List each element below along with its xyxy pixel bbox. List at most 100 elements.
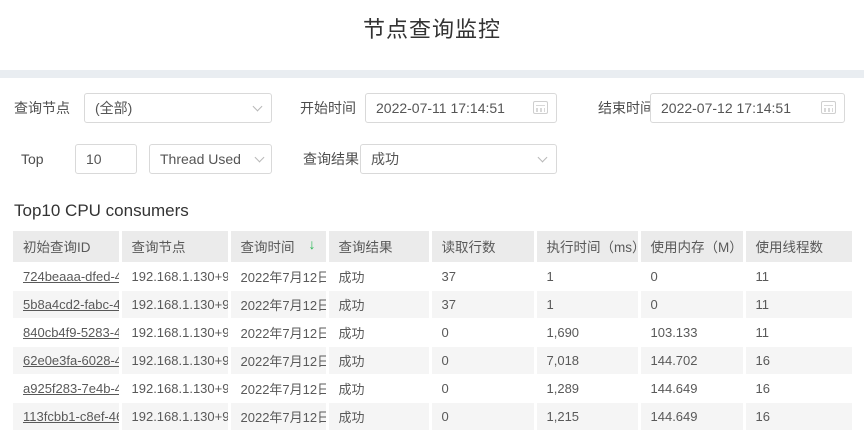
table-cell: 成功 <box>327 345 432 374</box>
query-result-select-value: 成功 <box>360 144 557 174</box>
table-cell: 144.649 <box>639 373 746 402</box>
table-cell: 192.168.1.130+96 <box>120 401 231 430</box>
calendar-icon[interactable] <box>821 101 836 114</box>
sort-down-icon[interactable]: ↓ <box>309 236 316 252</box>
table-row: 840cb4f9-5283-4 192.168.1.130+96 2022年7月12… <box>13 317 852 346</box>
table-row: 5b8a4cd2-fabc-4 192.168.1.130+96 2022年7月12… <box>13 289 852 318</box>
section-divider <box>0 70 864 78</box>
column-header-label: 初始查询ID <box>23 240 91 256</box>
end-time-label: 结束时间 <box>598 100 654 116</box>
end-time-field <box>650 93 845 123</box>
table-cell: 成功 <box>327 373 432 402</box>
table-row: 62e0e3fa-6028-4e 192.168.1.130+96 2022年7月1… <box>13 345 852 374</box>
table-row: 724beaaa-dfed-4 192.168.1.130+96 2022年7月12… <box>13 261 852 290</box>
query-id-link[interactable]: 724beaaa-dfed-4 <box>23 269 117 284</box>
table-cell: 1 <box>535 261 641 290</box>
table-cell: 192.168.1.130+96 <box>120 345 231 374</box>
table-cell: 0 <box>430 345 537 374</box>
column-header[interactable]: ↓ 查询时间 <box>229 231 329 262</box>
start-time-label: 开始时间 <box>300 100 356 116</box>
query-result-select[interactable]: 成功 <box>360 144 557 174</box>
query-result-label: 查询结果 <box>303 151 359 167</box>
table-cell: a925f283-7e4b-4 <box>13 373 122 402</box>
table-cell: 840cb4f9-5283-4 <box>13 317 122 346</box>
table-cell: 0 <box>639 289 746 318</box>
section-title: Top10 CPU consumers <box>14 201 189 220</box>
column-header[interactable]: 读取行数 <box>430 231 537 262</box>
column-header-label: 使用内存（M） <box>650 240 743 256</box>
column-header-label: 查询节点 <box>131 240 186 256</box>
table-cell: 成功 <box>327 401 432 430</box>
table-cell: 16 <box>744 345 852 374</box>
table-cell: 1,289 <box>535 373 641 402</box>
table-cell: 2022年7月12日 1 <box>229 401 329 430</box>
table-cell: 11 <box>744 317 852 346</box>
column-header[interactable]: 使用内存（M） <box>639 231 746 262</box>
end-time-input[interactable] <box>650 93 845 123</box>
column-header-label: 使用线程数 <box>755 240 824 256</box>
table-row: a925f283-7e4b-4 192.168.1.130+96 2022年7月12… <box>13 373 852 402</box>
column-header[interactable]: 执行时间（ms） <box>535 231 641 262</box>
table-cell: 144.702 <box>639 345 746 374</box>
query-id-link[interactable]: 5b8a4cd2-fabc-4 <box>23 297 117 312</box>
calendar-icon[interactable] <box>533 101 548 114</box>
table-cell: 192.168.1.130+96 <box>120 317 231 346</box>
filter-row-1: 查询节点 (全部) 开始时间 结束时间 <box>0 93 864 123</box>
table-cell: 724beaaa-dfed-4 <box>13 261 122 290</box>
table-cell: 2022年7月12日 1 <box>229 373 329 402</box>
table-cell: 2022年7月12日 1 <box>229 317 329 346</box>
query-id-link[interactable]: 113fcbb1-c8ef-46 <box>23 409 117 424</box>
column-header-label: 查询时间 <box>240 240 295 256</box>
query-node-select-value: (全部) <box>84 93 272 123</box>
table-cell: 2022年7月12日 1 <box>229 289 329 318</box>
query-id-link[interactable]: 840cb4f9-5283-4 <box>23 325 117 340</box>
column-header-label: 执行时间（ms） <box>546 240 639 256</box>
table-cell: 11 <box>744 289 852 318</box>
table-cell: 37 <box>430 289 537 318</box>
top10-cpu-table: 初始查询ID 查询节点 ↓ 查询时间 查询结果 读取行数 执行时间（ms） 使用内存（M） 使用… <box>13 231 852 430</box>
table-cell: 16 <box>744 373 852 402</box>
table-cell: 成功 <box>327 289 432 318</box>
table-cell: 0 <box>430 373 537 402</box>
column-header-label: 读取行数 <box>441 240 496 256</box>
column-header[interactable]: 查询结果 <box>327 231 432 262</box>
table-cell: 1,690 <box>535 317 641 346</box>
start-time-input[interactable] <box>365 93 557 123</box>
query-id-link[interactable]: a925f283-7e4b-4 <box>23 381 117 396</box>
table-cell: 62e0e3fa-6028-4e <box>13 345 122 374</box>
table-cell: 成功 <box>327 261 432 290</box>
table-cell: 2022年7月12日 1 <box>229 261 329 290</box>
metric-select[interactable]: Thread Used <box>149 144 272 174</box>
table-cell: 144.649 <box>639 401 746 430</box>
table-cell: 192.168.1.130+96 <box>120 261 231 290</box>
table-cell: 0 <box>639 261 746 290</box>
column-header[interactable]: 初始查询ID <box>13 231 122 262</box>
table-row: 113fcbb1-c8ef-46 192.168.1.130+96 2022年7月1… <box>13 401 852 430</box>
page-title: 节点查询监控 <box>362 17 501 42</box>
table-cell: 11 <box>744 261 852 290</box>
table-cell: 192.168.1.130+96 <box>120 289 231 318</box>
table-cell: 7,018 <box>535 345 641 374</box>
table-cell: 16 <box>744 401 852 430</box>
table-cell: 0 <box>430 401 537 430</box>
column-header[interactable]: 使用线程数 <box>744 231 852 262</box>
table-cell: 103.133 <box>639 317 746 346</box>
table-cell: 5b8a4cd2-fabc-4 <box>13 289 122 318</box>
query-id-link[interactable]: 62e0e3fa-6028-4e <box>23 353 117 368</box>
table-cell: 1,215 <box>535 401 641 430</box>
table-cell: 113fcbb1-c8ef-46 <box>13 401 122 430</box>
table-cell: 1 <box>535 289 641 318</box>
table-cell: 成功 <box>327 317 432 346</box>
top-count-input[interactable] <box>75 144 137 174</box>
top-label: Top <box>21 151 44 167</box>
table-cell: 192.168.1.130+96 <box>120 373 231 402</box>
query-node-select[interactable]: (全部) <box>84 93 272 123</box>
start-time-field <box>365 93 557 123</box>
table-cell: 37 <box>430 261 537 290</box>
table-cell: 2022年7月12日 1 <box>229 345 329 374</box>
metric-select-value: Thread Used <box>149 144 272 174</box>
column-header[interactable]: 查询节点 <box>120 231 231 262</box>
query-node-label: 查询节点 <box>14 100 70 116</box>
column-header-label: 查询结果 <box>338 240 393 256</box>
filter-row-2: Top Thread Used 查询结果 成功 <box>0 144 864 174</box>
